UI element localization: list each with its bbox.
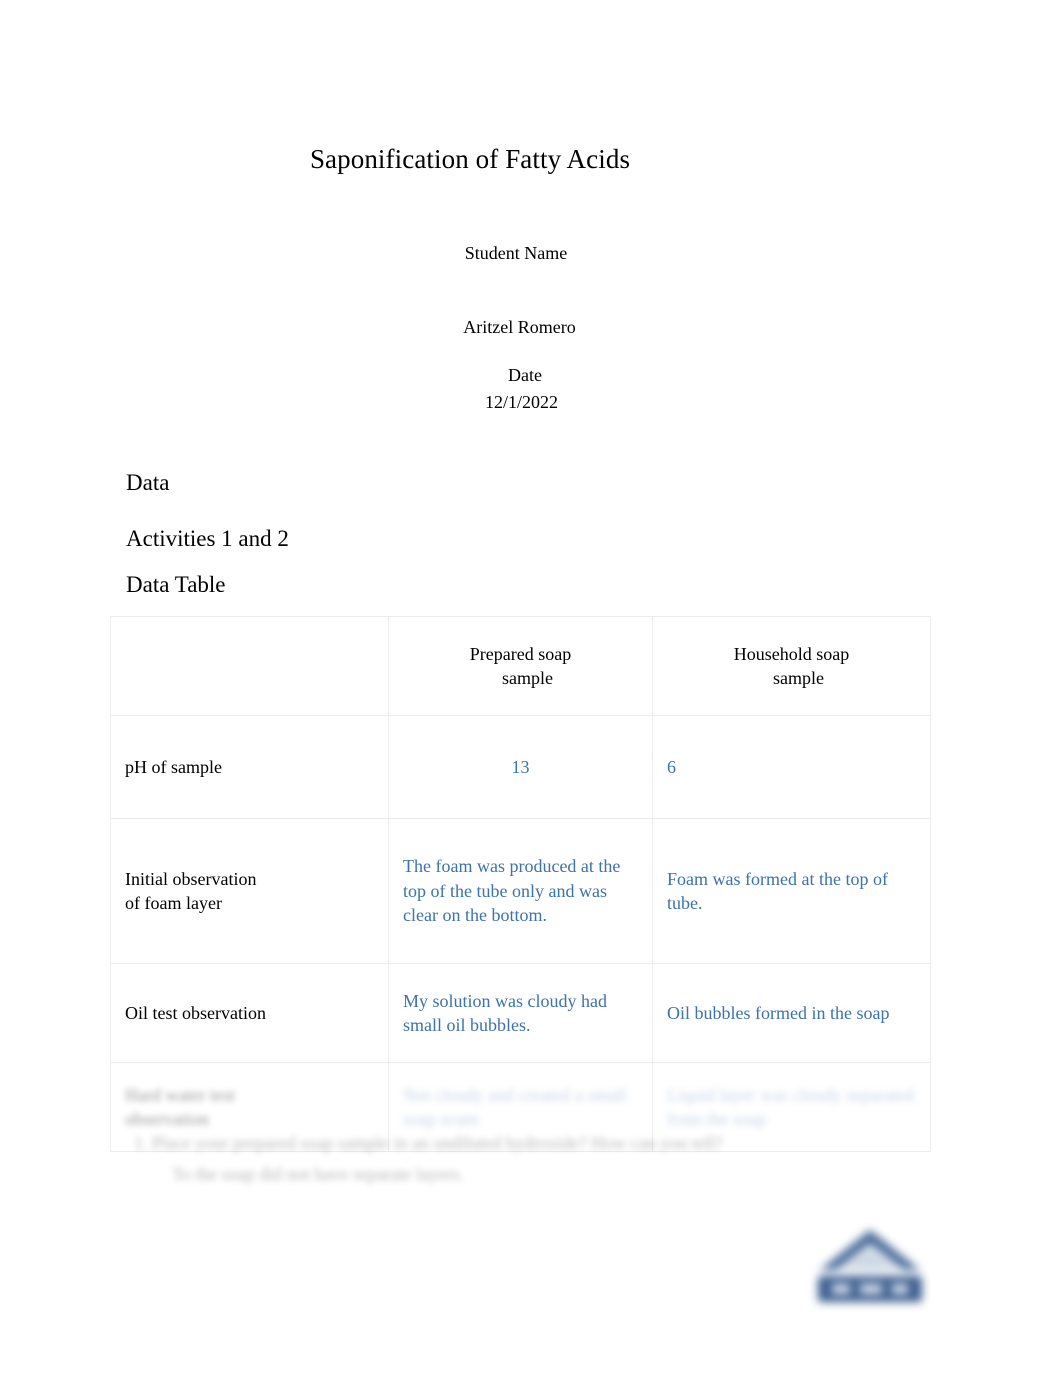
table-header-prepared-soap: Prepared soap sample bbox=[388, 616, 653, 716]
row-label-foam-line2: of foam layer bbox=[125, 893, 222, 913]
table-row: Initial observation of foam layer The fo… bbox=[110, 818, 931, 964]
cell-foam-household: Foam was formed at the top of tube. bbox=[652, 818, 931, 964]
cell-ph-household: 6 bbox=[652, 715, 931, 819]
document-page: Saponification of Fatty Acids Student Na… bbox=[0, 0, 1062, 1377]
cell-ph-prepared: 13 bbox=[388, 715, 653, 819]
row-label-foam-line1: Initial observation bbox=[125, 868, 257, 889]
table-header-household-line1: Household soap bbox=[733, 643, 850, 664]
table-header-prepared-line1: Prepared soap bbox=[469, 643, 572, 664]
question-item: Place your prepared soap sample in an un… bbox=[152, 1130, 826, 1188]
section-heading-data: Data bbox=[126, 470, 170, 495]
section-heading-activities: Activities 1 and 2 bbox=[126, 526, 289, 551]
date-value: 12/1/2022 bbox=[484, 392, 558, 412]
row-label-hard-line2: observation bbox=[125, 1109, 209, 1129]
question-answer: To the soap did not have separate layers… bbox=[172, 1164, 464, 1184]
student-name-value: Aritzel Romero bbox=[463, 317, 576, 337]
table-row: pH of sample 13 6 bbox=[110, 715, 931, 819]
table-header-prepared-line2: sample bbox=[502, 668, 553, 688]
row-label-initial-observation-foam: Initial observation of foam layer bbox=[110, 818, 389, 964]
section-heading-data-table: Data Table bbox=[126, 572, 226, 597]
table-row: Oil test observation My solution was clo… bbox=[110, 963, 931, 1063]
row-label-hard-line1: Hard water test bbox=[125, 1084, 235, 1105]
questions-section: Place your prepared soap sample in an un… bbox=[126, 1130, 826, 1188]
table-header-household-soap: Household soap sample bbox=[652, 616, 931, 716]
cell-oil-prepared: My solution was cloudy had small oil bub… bbox=[388, 963, 653, 1063]
row-label-oil-test-observation: Oil test observation bbox=[110, 963, 389, 1063]
student-name-label: Student Name bbox=[464, 243, 568, 263]
cell-foam-prepared: The foam was produced at the top of the … bbox=[388, 818, 653, 964]
data-table: Prepared soap sample Household soap samp… bbox=[110, 616, 931, 1152]
cell-oil-household: Oil bubbles formed in the soap bbox=[652, 963, 931, 1063]
page-title: Saponification of Fatty Acids bbox=[309, 144, 631, 174]
row-label-ph-of-sample: pH of sample bbox=[110, 715, 389, 819]
institution-logo-watermark bbox=[808, 1218, 932, 1318]
table-header-row: Prepared soap sample Household soap samp… bbox=[110, 616, 931, 716]
question-text: Place your prepared soap sample in an un… bbox=[152, 1133, 723, 1153]
table-header-blank bbox=[110, 616, 389, 716]
date-label: Date bbox=[508, 365, 542, 385]
table-header-household-line2: sample bbox=[773, 668, 824, 688]
